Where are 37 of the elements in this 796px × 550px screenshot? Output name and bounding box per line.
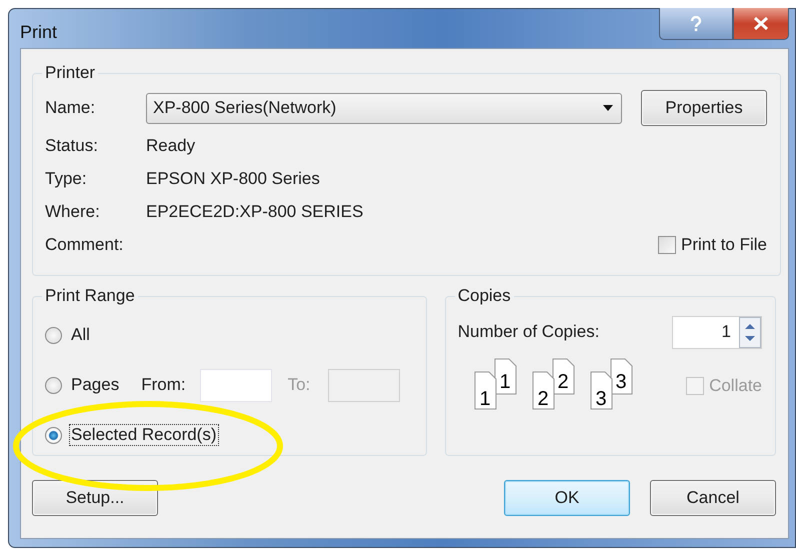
field-value: EPSON XP-800 Series: [146, 168, 320, 188]
field-label: From:: [141, 375, 186, 395]
field-label: Name:: [45, 98, 96, 118]
from-page-field[interactable]: [200, 368, 272, 402]
radio-label: All: [70, 324, 91, 346]
printer-dropdown[interactable]: XP-800 Series(Network): [146, 92, 622, 124]
field-label: Status:: [45, 136, 99, 156]
radio-label: Selected Record(s): [69, 424, 219, 446]
cancel-button[interactable]: Cancel: [650, 480, 776, 516]
checkbox-label: Collate: [709, 376, 762, 396]
range-radio[interactable]: [45, 326, 62, 344]
help-icon: [690, 16, 702, 32]
field-label: Number of Copies:: [458, 322, 600, 342]
properties-button[interactable]: Properties: [641, 90, 767, 126]
help-button[interactable]: [659, 8, 733, 40]
spin-arrows-icon: [739, 316, 761, 348]
collate-pages-drawing: 1 1 2 2 3 3: [472, 358, 643, 410]
close-button[interactable]: [733, 8, 789, 40]
field-label: Comment:: [45, 235, 124, 255]
close-icon: [753, 17, 769, 30]
group-title: Copies: [456, 286, 512, 306]
ok-button[interactable]: OK: [504, 480, 630, 516]
field-label: Type:: [45, 168, 88, 188]
group-title: Print Range: [44, 286, 136, 306]
field-label: Where:: [45, 202, 101, 222]
field-value: Ready: [146, 136, 196, 156]
dropdown-arrow-icon: [603, 105, 613, 111]
window-title: Print: [20, 22, 58, 43]
checkbox-label: Print to File: [681, 235, 767, 255]
copies-spinner[interactable]: 1: [672, 316, 762, 348]
range-radio[interactable]: [45, 376, 62, 394]
radio-label: Pages: [70, 374, 120, 396]
field-label: To:: [288, 375, 310, 395]
group-title: Printer: [44, 63, 96, 83]
range-radio[interactable]: [45, 426, 62, 444]
print-to-file-checkbox[interactable]: [658, 236, 676, 254]
field-value: EP2ECE2D:XP-800 SERIES: [146, 202, 364, 222]
